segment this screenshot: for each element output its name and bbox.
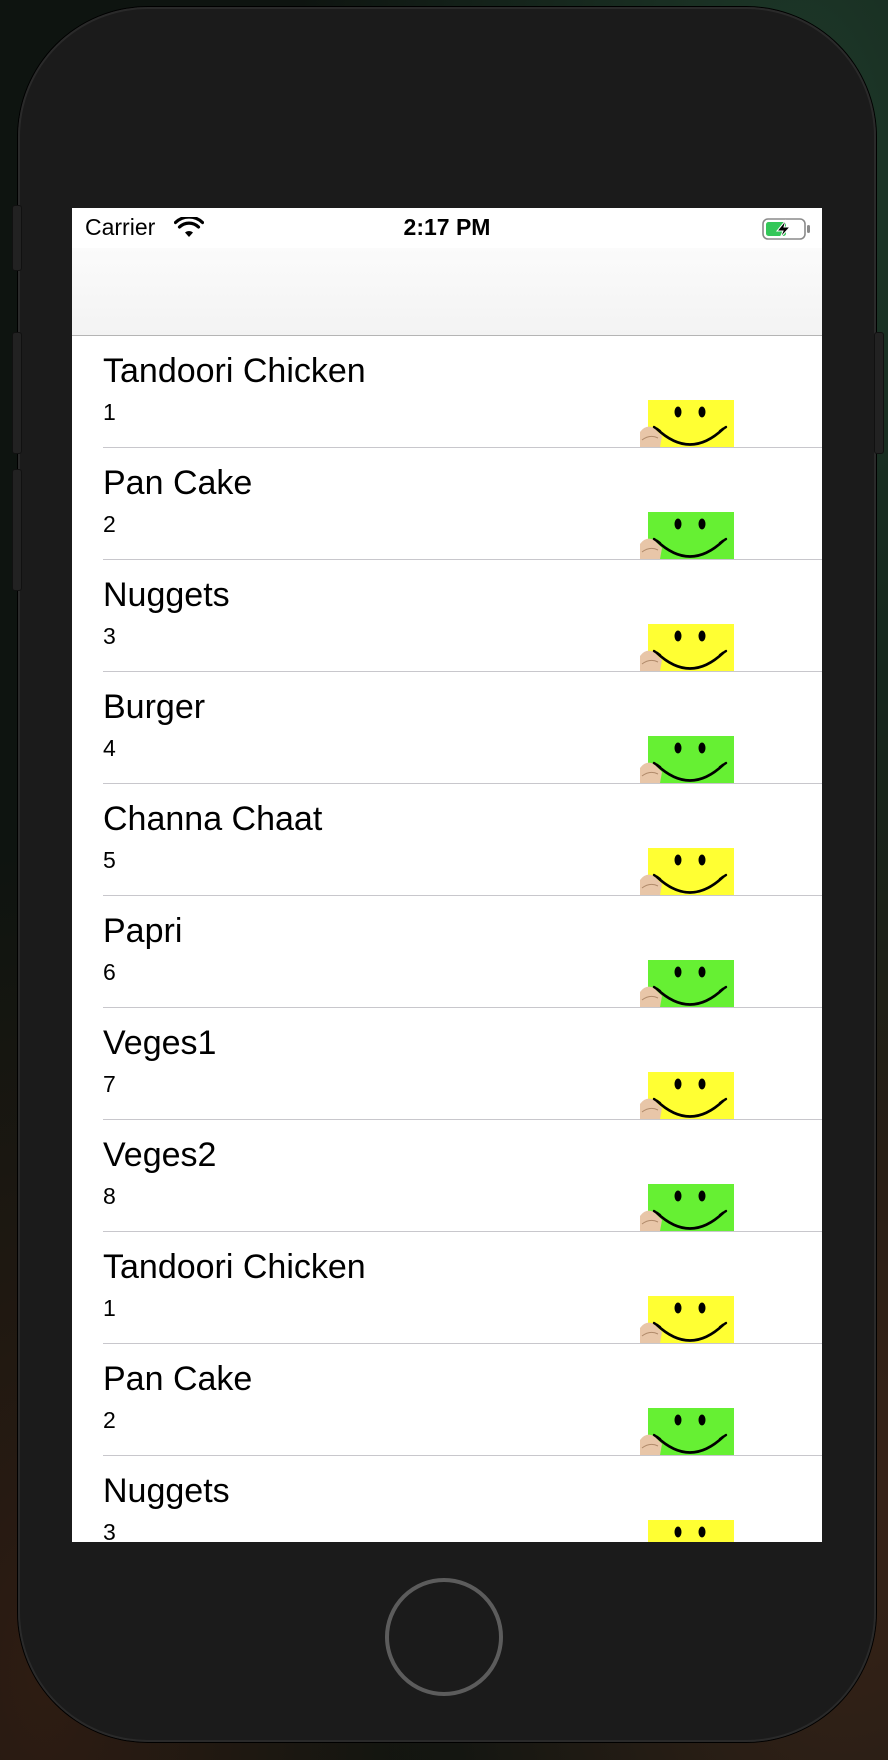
row-subtitle: 4 [103,735,116,761]
row-title: Channa Chaat [103,800,323,838]
row-title: Nuggets [103,1472,230,1510]
row-subtitle: 1 [103,399,116,425]
power-button [874,332,884,454]
row-subtitle: 2 [103,511,116,537]
smiley-green-icon [640,960,734,1007]
row-title: Veges1 [103,1024,217,1062]
table-row[interactable]: Burger 4 [72,672,822,784]
smiley-green-icon [640,512,734,559]
table-row[interactable]: Pan Cake 2 [72,1344,822,1456]
smiley-yellow-icon [640,848,734,895]
smiley-green-icon [640,736,734,783]
battery-charging-icon [762,218,810,240]
row-subtitle: 3 [103,1519,116,1542]
row-subtitle: 7 [103,1071,116,1097]
navigation-bar [72,248,822,336]
table-row[interactable]: Tandoori Chicken 1 [72,1232,822,1344]
row-title: Tandoori Chicken [103,1248,366,1286]
volume-down-button [12,469,22,591]
row-title: Nuggets [103,576,230,614]
smiley-yellow-icon [640,1072,734,1119]
row-title: Burger [103,688,206,726]
smiley-green-icon [640,1408,734,1455]
volume-up-button [12,332,22,454]
row-title: Pan Cake [103,464,253,502]
status-bar: Carrier 2:17 PM [72,208,822,248]
table-row[interactable]: Papri 6 [72,896,822,1008]
table-row[interactable]: Nuggets 3 [72,560,822,672]
smiley-yellow-icon [640,624,734,671]
row-title: Papri [103,912,183,950]
smiley-green-icon [640,1184,734,1231]
table-row[interactable]: Tandoori Chicken 1 [72,336,822,448]
row-subtitle: 1 [103,1295,116,1321]
app-screen: Carrier 2:17 PM Tandoori Chicken 1 Pan Cak… [72,208,822,1542]
home-button[interactable] [385,1578,503,1696]
row-subtitle: 6 [103,959,116,985]
mute-switch [12,205,22,271]
row-subtitle: 3 [103,623,116,649]
table-row[interactable]: Veges1 7 [72,1008,822,1120]
food-list[interactable]: Tandoori Chicken 1 Pan Cake 2 Nuggets 3 Burger… [72,336,822,1542]
row-subtitle: 5 [103,847,116,873]
smiley-yellow-icon [640,400,734,447]
row-title: Pan Cake [103,1360,253,1398]
smiley-yellow-icon [640,1520,734,1542]
row-subtitle: 8 [103,1183,116,1209]
table-row[interactable]: Channa Chaat 5 [72,784,822,896]
smiley-yellow-icon [640,1296,734,1343]
table-row[interactable]: Nuggets 3 [72,1456,822,1542]
table-row[interactable]: Pan Cake 2 [72,448,822,560]
row-title: Veges2 [103,1136,217,1174]
row-subtitle: 2 [103,1407,116,1433]
table-row[interactable]: Veges2 8 [72,1120,822,1232]
row-title: Tandoori Chicken [103,352,366,390]
status-time: 2:17 PM [403,214,491,240]
